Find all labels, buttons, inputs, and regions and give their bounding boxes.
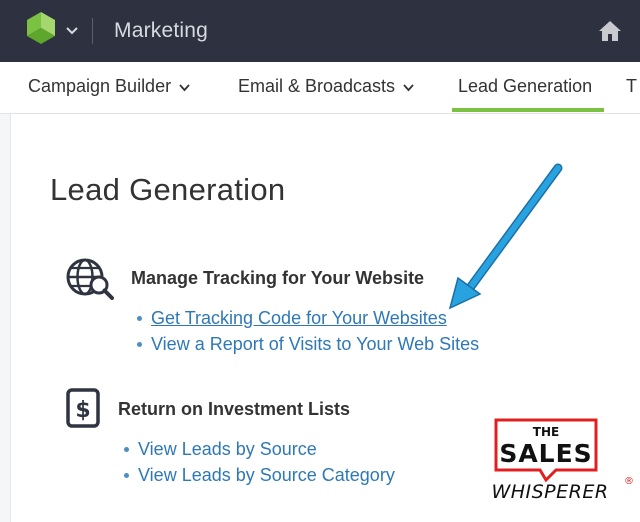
- bullet: [137, 341, 142, 347]
- tab-label: Campaign Builder: [28, 76, 172, 96]
- tab-partial[interactable]: T: [626, 76, 637, 97]
- annotation-arrow-icon: [448, 163, 563, 310]
- section-heading-tracking: Manage Tracking for Your Website: [131, 268, 425, 288]
- sales-whisperer-logo: THE SALES WHISPERER ®: [491, 418, 634, 503]
- view-leads-by-source-link[interactable]: View Leads by Source: [138, 439, 317, 460]
- svg-text:$: $: [75, 398, 90, 423]
- globe-search-icon: [66, 258, 114, 300]
- list-item: View a Report of Visits to Your Web Site…: [137, 331, 479, 357]
- bullet: [124, 446, 129, 452]
- get-tracking-code-link[interactable]: Get Tracking Code for Your Websites: [151, 308, 447, 329]
- tab-email-broadcasts[interactable]: Email & Broadcasts: [238, 76, 414, 112]
- watermark-line3: WHISPERER: [491, 481, 608, 503]
- tab-label: Email & Broadcasts: [238, 76, 396, 96]
- view-leads-by-source-category-link[interactable]: View Leads by Source Category: [138, 465, 395, 486]
- active-tab-indicator: [452, 108, 604, 112]
- chevron-down-icon: [179, 84, 190, 92]
- list-item: View Leads by Source: [124, 436, 395, 462]
- bullet: [137, 315, 142, 321]
- section-heading-roi: Return on Investment Lists: [118, 399, 351, 419]
- chevron-down-icon[interactable]: [66, 26, 78, 36]
- top-bar: Marketing: [0, 0, 640, 62]
- view-visits-report-link[interactable]: View a Report of Visits to Your Web Site…: [151, 334, 479, 355]
- keap-logo-icon[interactable]: [27, 10, 55, 50]
- tab-label: Lead Generation: [458, 76, 593, 96]
- list-item: Get Tracking Code for Your Websites: [137, 305, 479, 331]
- roi-links: View Leads by Source View Leads by Sourc…: [124, 436, 395, 488]
- bullet: [124, 472, 129, 478]
- tab-lead-generation[interactable]: Lead Generation: [458, 76, 592, 112]
- list-item: View Leads by Source Category: [124, 462, 395, 488]
- home-icon[interactable]: [598, 20, 622, 42]
- watermark-line2: SALES: [499, 439, 592, 468]
- watermark-mark: ®: [624, 476, 634, 487]
- tracking-links: Get Tracking Code for Your Websites View…: [137, 305, 479, 357]
- app-title: Marketing: [114, 19, 209, 42]
- dollar-document-icon: $: [66, 388, 100, 428]
- watermark-line1: THE: [533, 425, 559, 439]
- page-title: Lead Generation: [50, 172, 286, 207]
- tab-campaign-builder[interactable]: Campaign Builder: [28, 76, 190, 112]
- header-divider: [92, 18, 93, 44]
- chevron-down-icon: [403, 84, 414, 92]
